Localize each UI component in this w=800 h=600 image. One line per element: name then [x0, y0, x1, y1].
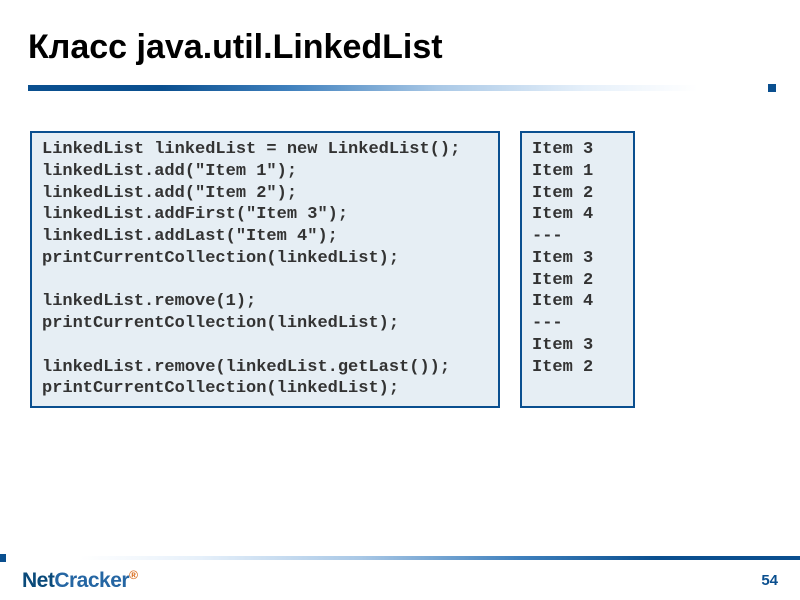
- logo-net: Net: [22, 569, 54, 592]
- output-block: Item 3 Item 1 Item 2 Item 4 --- Item 3 I…: [520, 131, 635, 408]
- slide: Класс java.util.LinkedList LinkedList li…: [0, 0, 800, 600]
- logo-reg: ®: [129, 568, 137, 582]
- slide-title: Класс java.util.LinkedList: [28, 28, 772, 67]
- footer: NetCracker® 54: [0, 554, 800, 600]
- page-number: 54: [761, 572, 778, 589]
- logo-cracker: Cracker: [54, 569, 129, 592]
- logo: NetCracker®: [22, 568, 137, 593]
- content-area: LinkedList linkedList = new LinkedList()…: [28, 131, 772, 408]
- title-divider: [28, 85, 772, 91]
- code-block: LinkedList linkedList = new LinkedList()…: [30, 131, 500, 408]
